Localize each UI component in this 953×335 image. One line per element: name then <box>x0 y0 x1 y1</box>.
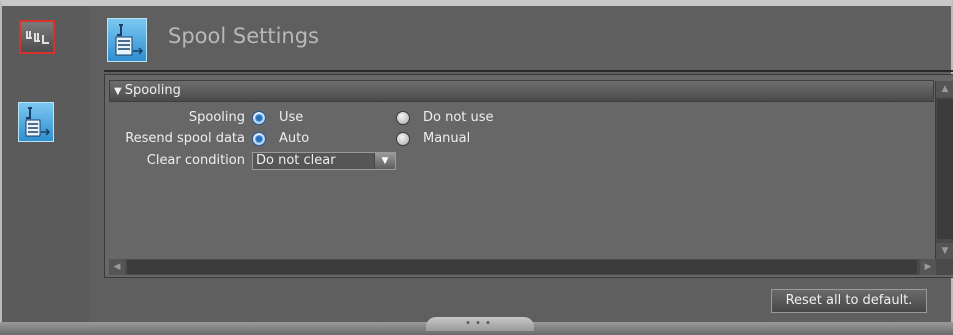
spooling-label-box: Spooling <box>105 108 245 128</box>
left-rail <box>2 6 90 322</box>
spool-settings-icon <box>25 107 51 137</box>
spooling-label: Spooling <box>188 110 245 125</box>
scroll-up-icon[interactable]: ▲ <box>936 81 953 97</box>
clear-condition-row: Clear condition Do not clear ▼ <box>105 151 705 171</box>
spooling-do-not-use-radio[interactable] <box>396 111 410 125</box>
settings-panel: ▼ Spooling Spooling Use Do not use Resend… <box>104 74 953 278</box>
resend-manual-label[interactable]: Manual <box>423 129 470 149</box>
spool-document-icon <box>115 24 144 56</box>
vertical-scroll-thumb[interactable] <box>937 99 953 239</box>
horizontal-scrollbar[interactable]: ◀ ▶ <box>109 259 953 275</box>
vertical-scrollbar[interactable]: ▲ ▼ <box>935 81 953 259</box>
connection-settings-icon <box>26 31 49 44</box>
page-header: Spool Settings <box>104 14 949 72</box>
clear-condition-select[interactable]: Do not clear ▼ <box>252 152 396 170</box>
chevron-down-icon[interactable]: ▼ <box>374 153 395 169</box>
spool-settings-header-icon <box>107 18 147 62</box>
spool-settings-nav-button[interactable] <box>18 102 54 142</box>
resend-label: Resend spool data <box>125 131 245 146</box>
scroll-right-icon[interactable]: ▶ <box>920 259 936 275</box>
clear-condition-value: Do not clear <box>256 153 336 168</box>
reset-all-button[interactable]: Reset all to default. <box>771 289 927 313</box>
drag-dots-icon: ••• <box>465 318 495 329</box>
splitter-handle[interactable]: ••• <box>426 317 534 331</box>
scroll-down-icon[interactable]: ▼ <box>936 243 953 259</box>
clear-condition-label: Clear condition <box>146 153 245 168</box>
horizontal-scroll-thumb[interactable] <box>127 260 917 274</box>
connection-settings-button[interactable] <box>19 20 55 54</box>
spooling-do-not-use-label[interactable]: Do not use <box>423 108 494 128</box>
triangle-down-icon: ▼ <box>114 86 122 97</box>
spooling-use-label[interactable]: Use <box>279 108 303 128</box>
resend-row: Resend spool data Auto Manual <box>105 129 705 149</box>
resend-auto-radio[interactable] <box>252 132 266 146</box>
header-divider <box>104 70 953 72</box>
spooling-use-radio[interactable] <box>252 111 266 125</box>
scroll-left-icon[interactable]: ◀ <box>109 259 125 275</box>
resend-manual-radio[interactable] <box>396 132 410 146</box>
section-title: Spooling <box>124 83 181 98</box>
resend-auto-label[interactable]: Auto <box>279 129 309 149</box>
page-title: Spool Settings <box>168 24 319 48</box>
section-header-spooling[interactable]: ▼ Spooling <box>109 80 934 102</box>
resend-label-box: Resend spool data <box>105 129 245 149</box>
spooling-row: Spooling Use Do not use <box>105 108 705 128</box>
clear-condition-label-box: Clear condition <box>105 151 245 171</box>
